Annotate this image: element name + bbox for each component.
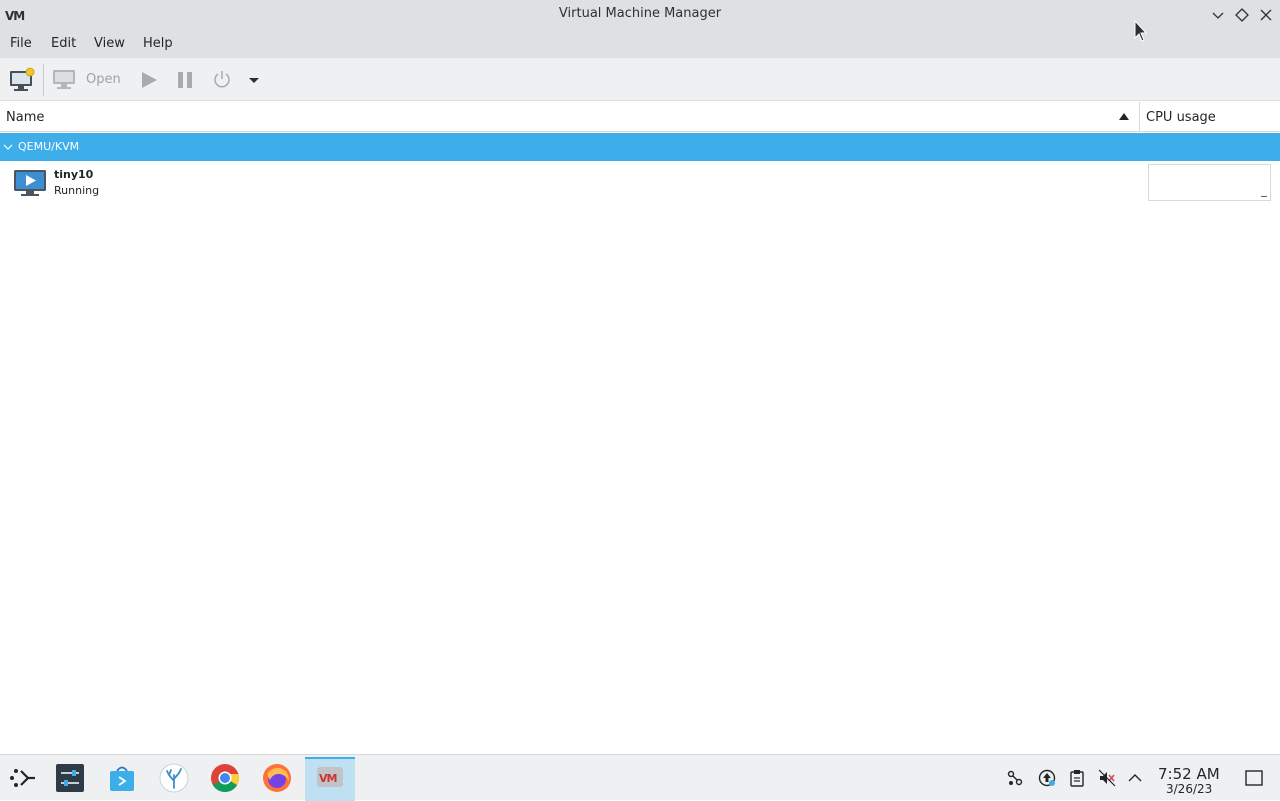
column-cpu-usage[interactable]: CPU usage — [1146, 110, 1216, 125]
minimize-icon[interactable] — [1210, 7, 1226, 23]
clock-time[interactable]: 7:52 AM — [1158, 765, 1220, 783]
vm-row[interactable]: tiny10 Running — [0, 162, 1280, 204]
svg-text:VM: VM — [319, 772, 337, 785]
mouse-cursor-icon — [1134, 20, 1148, 42]
new-vm-button[interactable] — [8, 67, 36, 93]
show-desktop-icon[interactable] — [1245, 769, 1263, 787]
monitor-icon — [53, 70, 75, 89]
app-launcher-icon[interactable] — [8, 763, 38, 793]
virt-manager-task-icon[interactable]: VM — [315, 763, 345, 793]
vm-status: Running — [54, 184, 100, 197]
volume-muted-icon[interactable] — [1098, 769, 1116, 787]
column-name[interactable]: Name — [6, 110, 44, 125]
column-header: Name CPU usage — [0, 102, 1280, 132]
toolbar-separator — [43, 64, 44, 96]
firefox-icon[interactable] — [262, 763, 292, 793]
window-title: Virtual Machine Manager — [558, 6, 722, 21]
chevron-down-icon[interactable] — [3, 142, 13, 152]
menu-view[interactable]: View — [94, 36, 125, 51]
maximize-icon[interactable] — [1234, 7, 1250, 23]
clock-date[interactable]: 3/26/23 — [1166, 782, 1212, 796]
open-button[interactable]: Open — [52, 67, 124, 93]
discover-store-icon[interactable] — [107, 763, 137, 793]
network-share-icon[interactable] — [1006, 769, 1024, 787]
run-icon[interactable] — [139, 67, 159, 93]
chevron-up-icon[interactable] — [1126, 769, 1144, 787]
clipboard-icon[interactable] — [1068, 769, 1086, 787]
toolbar: Open — [0, 58, 1280, 101]
pause-icon[interactable] — [175, 67, 195, 93]
connection-row-qemu-kvm[interactable]: QEMU/KVM — [0, 133, 1280, 161]
close-icon[interactable] — [1258, 7, 1274, 23]
connection-label: QEMU/KVM — [18, 140, 80, 153]
sort-ascending-icon[interactable] — [1119, 113, 1129, 120]
taskbar: VM 7:52 AM 3/26/23 — [0, 754, 1280, 801]
title-bar: VM Virtual Machine Manager — [0, 0, 1280, 30]
coral-app-icon[interactable] — [159, 763, 189, 793]
column-divider[interactable] — [1139, 102, 1140, 132]
vm-running-monitor-icon — [14, 170, 46, 196]
cpu-usage-graph — [1148, 164, 1271, 201]
cpu-usage-line — [1261, 196, 1267, 197]
shutdown-menu-chevron-down-icon[interactable] — [246, 67, 262, 93]
updates-icon[interactable] — [1038, 769, 1056, 787]
open-label: Open — [86, 72, 121, 87]
shutdown-icon[interactable] — [211, 67, 233, 93]
menu-bar: File Edit View Help — [0, 30, 1280, 58]
menu-edit[interactable]: Edit — [51, 36, 76, 51]
menu-file[interactable]: File — [10, 36, 32, 51]
menu-help[interactable]: Help — [143, 36, 173, 51]
chrome-icon[interactable] — [210, 763, 240, 793]
vm-name: tiny10 — [54, 168, 94, 181]
system-settings-icon[interactable] — [55, 763, 85, 793]
